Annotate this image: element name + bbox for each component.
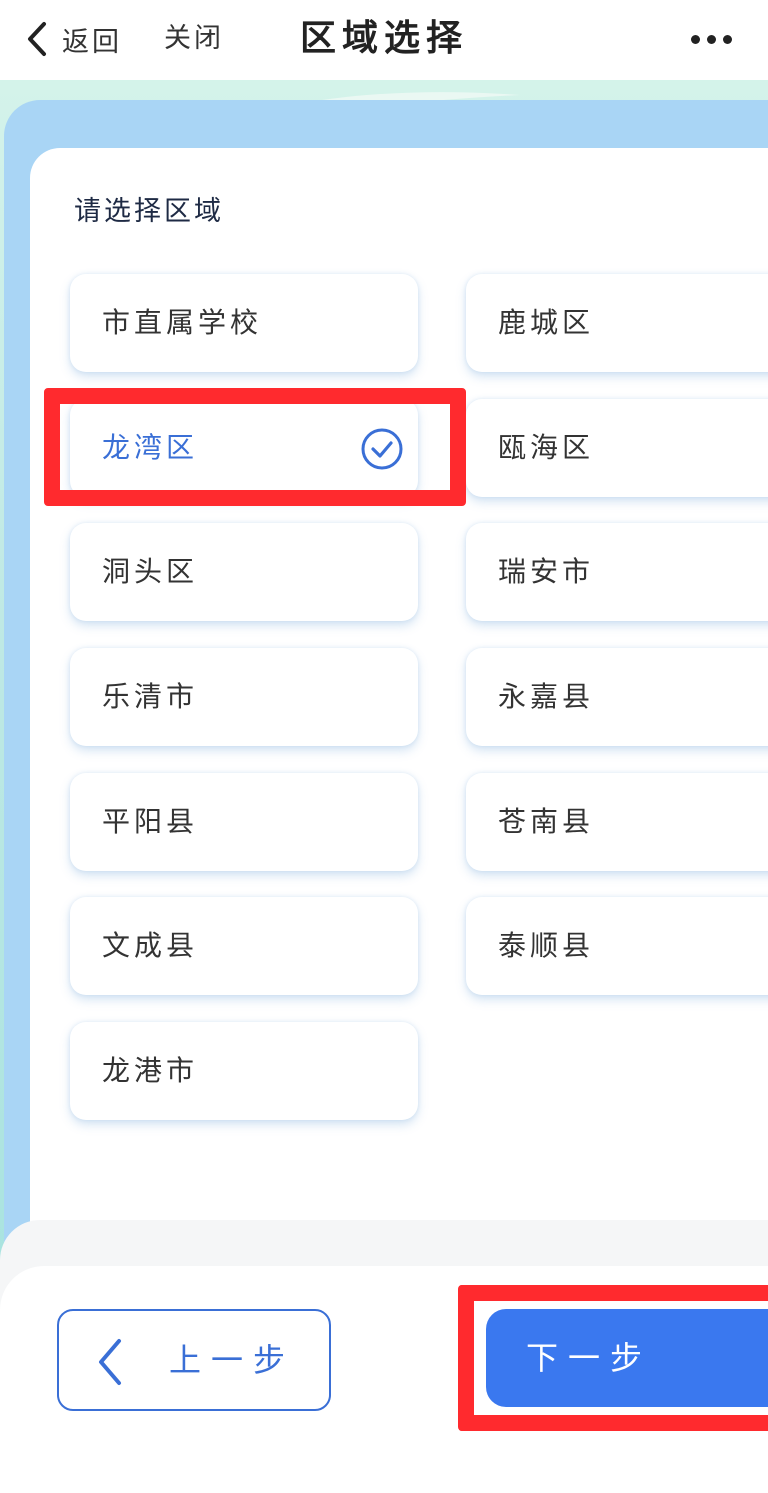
region-label: 平阳县 xyxy=(102,805,199,838)
region-card[interactable]: 文成县 xyxy=(70,897,418,995)
chevron-left-icon xyxy=(99,1339,121,1385)
region-card[interactable]: 龙港市 xyxy=(70,1022,418,1120)
region-label: 永嘉县 xyxy=(498,680,595,713)
more-dot xyxy=(723,34,732,44)
region-card[interactable]: 瓯海区 xyxy=(466,399,768,497)
region-card[interactable]: 泰顺县 xyxy=(466,897,768,995)
region-label: 洞头区 xyxy=(102,555,199,588)
region-label: 龙湾区 xyxy=(102,431,199,464)
region-card[interactable]: 永嘉县 xyxy=(466,648,768,746)
region-label: 泰顺县 xyxy=(498,929,595,962)
region-label: 瑞安市 xyxy=(498,555,595,588)
region-card[interactable]: 市直属学校 xyxy=(70,274,418,372)
next-step-label: 下一步 xyxy=(526,1339,653,1377)
prev-step-label: 上一步 xyxy=(169,1341,296,1379)
check-circle-icon xyxy=(361,428,403,470)
nav-bar: 返回 关闭 区域选择 xyxy=(0,0,768,80)
region-label: 龙港市 xyxy=(102,1054,199,1087)
section-title: 请选择区域 xyxy=(74,196,224,227)
next-step-button[interactable]: 下一步 xyxy=(486,1309,768,1407)
region-label: 苍南县 xyxy=(498,805,595,838)
region-card[interactable]: 乐清市 xyxy=(70,648,418,746)
region-label: 文成县 xyxy=(102,929,199,962)
more-dot xyxy=(707,34,716,44)
page-title: 区域选择 xyxy=(299,18,468,59)
region-card[interactable]: 鹿城区 xyxy=(466,274,768,372)
region-card[interactable]: 瑞安市 xyxy=(466,523,768,621)
region-card[interactable]: 苍南县 xyxy=(466,773,768,871)
region-card[interactable]: 洞头区 xyxy=(70,523,418,621)
region-card-selected[interactable]: 龙湾区 xyxy=(70,399,418,497)
region-label: 市直属学校 xyxy=(102,306,263,339)
more-dots-icon[interactable] xyxy=(691,24,732,54)
region-card[interactable]: 平阳县 xyxy=(70,773,418,871)
more-dot xyxy=(691,34,700,44)
region-label: 瓯海区 xyxy=(498,431,595,464)
prev-step-button[interactable]: 上一步 xyxy=(57,1309,331,1411)
region-label: 乐清市 xyxy=(102,680,199,713)
region-label: 鹿城区 xyxy=(498,306,595,339)
